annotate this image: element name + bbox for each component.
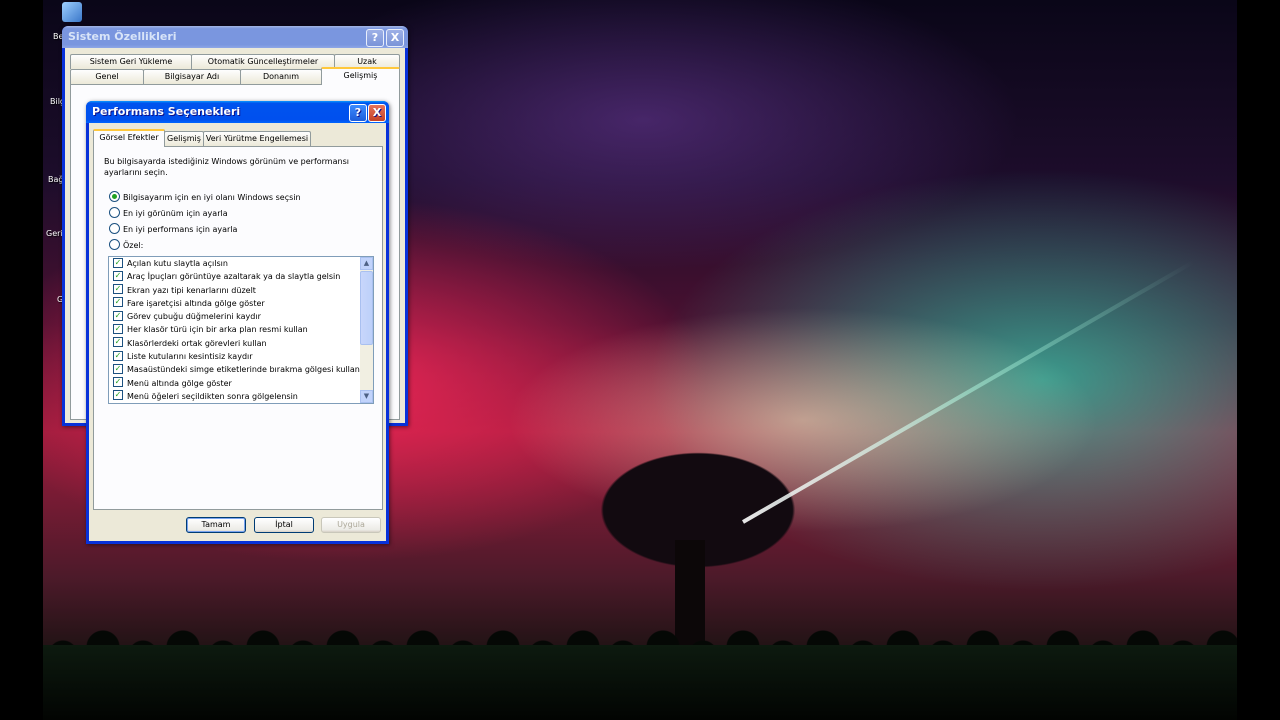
list-item-label: Klasörlerdeki ortak görevleri kullan [127, 338, 267, 348]
close-button[interactable]: X [386, 29, 404, 47]
tab-general[interactable]: Genel [70, 69, 144, 84]
list-item[interactable]: ✓ Fare işaretçisi altında gölge göster [109, 297, 373, 310]
help-button[interactable]: ? [349, 104, 367, 122]
scroll-down-arrow-icon[interactable]: ▼ [360, 390, 373, 403]
radio-best-performance[interactable]: En iyi performans için ayarla [109, 223, 238, 236]
radio-button[interactable] [109, 223, 120, 234]
tab-system-restore[interactable]: Sistem Geri Yükleme [70, 54, 192, 69]
checkbox[interactable]: ✓ [113, 284, 123, 295]
tab-data-execution-prevention[interactable]: Veri Yürütme Engellemesi [203, 131, 311, 146]
apply-button[interactable]: Uygula [321, 517, 381, 533]
list-item[interactable]: ✓ Menü altında gölge göster [109, 377, 373, 390]
radio-label: Bilgisayarım için en iyi olanı Windows s… [123, 193, 301, 202]
list-item-label: Menü altında gölge göster [127, 378, 232, 388]
wallpaper-comet [742, 260, 1195, 524]
list-item-label: Fare işaretçisi altında gölge göster [127, 298, 265, 308]
list-item[interactable]: ✓ Ekran yazı tipi kenarlarını düzelt [109, 284, 373, 297]
list-scrollbar[interactable]: ▲ ▼ [360, 257, 373, 403]
checkbox[interactable]: ✓ [113, 310, 123, 321]
radio-label: En iyi performans için ayarla [123, 225, 238, 234]
tab-visual-effects[interactable]: Görsel Efektler [93, 129, 165, 147]
radio-button[interactable] [109, 207, 120, 218]
system-properties-titlebar[interactable]: Sistem Özellikleri ? X [62, 26, 408, 48]
performance-options-body: Görsel Efektler Gelişmiş Veri Yürütme En… [89, 123, 386, 541]
list-item[interactable]: ✓ Araç İpuçları görüntüye azaltarak ya da… [109, 270, 373, 283]
checkbox[interactable]: ✓ [113, 323, 123, 334]
list-item[interactable]: ✓ Menü öğeleri seçildikten sonra gölgelen… [109, 390, 373, 403]
list-item[interactable]: ✓ Her klasör türü için bir arka plan resm… [109, 323, 373, 336]
tab-advanced[interactable]: Gelişmiş [164, 131, 204, 146]
scroll-up-arrow-icon[interactable]: ▲ [360, 257, 373, 270]
window-title: Sistem Özellikleri [68, 30, 177, 43]
wallpaper-ground [43, 645, 1237, 720]
list-item-label: Masaüstündeki simge etiketlerinde bırakm… [127, 365, 360, 375]
list-item[interactable]: ✓ Liste kutularını kesintisiz kaydır [109, 350, 373, 363]
checkbox[interactable]: ✓ [113, 390, 123, 401]
checkbox[interactable]: ✓ [113, 350, 123, 361]
tab-advanced[interactable]: Gelişmiş [321, 67, 400, 85]
list-item-label: Araç İpuçları görüntüye azaltarak ya da … [127, 272, 341, 282]
radio-custom[interactable]: Özel: [109, 239, 144, 252]
visual-effects-pane: Bu bilgisayarda istediğiniz Windows görü… [93, 146, 383, 510]
desktop-icon-folder[interactable] [62, 2, 82, 22]
list-item-label: Görev çubuğu düğmelerini kaydır [127, 312, 261, 322]
cancel-button[interactable]: İptal [254, 517, 314, 533]
scrollbar-thumb[interactable] [360, 271, 373, 345]
radio-let-windows-choose[interactable]: Bilgisayarım için en iyi olanı Windows s… [109, 191, 301, 204]
help-button[interactable]: ? [366, 29, 384, 47]
checkbox[interactable]: ✓ [113, 363, 123, 374]
tab-hardware[interactable]: Donanım [240, 69, 322, 84]
list-item[interactable]: ✓ Açılan kutu slaytla açılsın [109, 257, 373, 270]
close-button[interactable]: X [368, 104, 386, 122]
list-item-label: Liste kutularını kesintisiz kaydır [127, 352, 253, 362]
performance-options-window: Performans Seçenekleri ? X Görsel Efektl… [86, 101, 389, 544]
radio-label: En iyi görünüm için ayarla [123, 209, 228, 218]
checkbox[interactable]: ✓ [113, 377, 123, 388]
radio-button[interactable] [109, 239, 120, 250]
checkbox[interactable]: ✓ [113, 270, 123, 281]
checkbox[interactable]: ✓ [113, 337, 123, 348]
list-item-label: Menü öğeleri seçildikten sonra gölgelens… [127, 391, 298, 401]
list-item-label: Açılan kutu slaytla açılsın [127, 259, 228, 268]
ok-button[interactable]: Tamam [186, 517, 246, 533]
desktop-icon-label[interactable]: Geri [46, 229, 63, 238]
tab-computer-name[interactable]: Bilgisayar Adı [143, 69, 241, 84]
radio-label: Özel: [123, 241, 144, 250]
checkbox[interactable]: ✓ [113, 257, 123, 268]
tab-automatic-updates[interactable]: Otomatik Güncelleştirmeler [191, 54, 335, 69]
radio-best-appearance[interactable]: En iyi görünüm için ayarla [109, 207, 228, 220]
checkbox[interactable]: ✓ [113, 297, 123, 308]
performance-options-titlebar[interactable]: Performans Seçenekleri ? X [86, 101, 389, 123]
window-title: Performans Seçenekleri [92, 105, 241, 118]
radio-button[interactable] [109, 191, 120, 202]
list-item[interactable]: ✓ Görev çubuğu düğmelerini kaydır [109, 310, 373, 323]
list-item[interactable]: ✓ Klasörlerdeki ortak görevleri kullan [109, 337, 373, 350]
list-item[interactable]: ✓ Masaüstündeki simge etiketlerinde bırak… [109, 363, 373, 376]
visual-effects-list[interactable]: ✓ Açılan kutu slaytla açılsın ✓ Araç İpuçl… [108, 256, 374, 404]
list-item-label: Her klasör türü için bir arka plan resmi… [127, 325, 308, 335]
list-item-label: Ekran yazı tipi kenarlarını düzelt [127, 285, 256, 295]
description-text: Bu bilgisayarda istediğiniz Windows görü… [104, 157, 349, 177]
